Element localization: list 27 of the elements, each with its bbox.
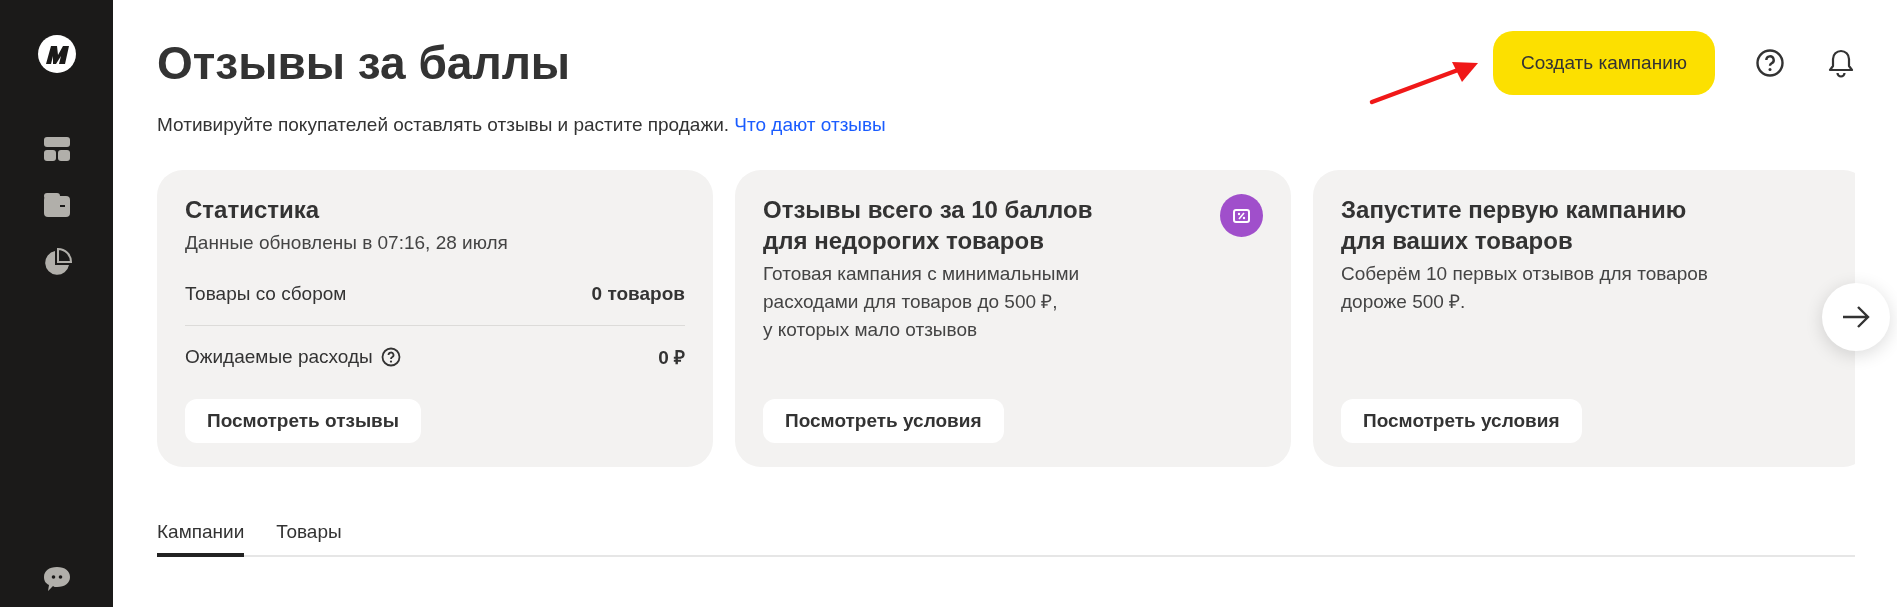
view-button[interactable]: Посмотреть условия <box>1341 399 1582 443</box>
chat-icon[interactable] <box>41 565 72 593</box>
page-title: Отзывы за баллы <box>157 36 571 90</box>
create-campaign-button[interactable]: Создать кампанию <box>1492 31 1715 95</box>
view-button[interactable]: Посмотреть условия <box>763 399 1004 443</box>
card-title: Отзывы всего за 10 баллов для недорогих товаров <box>763 195 1094 256</box>
card-title: Запустите первую кампанию для ваших товаров <box>1341 195 1688 256</box>
card-description: Соберём 10 первых отзывов для товаров дороже 500 ₽. <box>1341 262 1709 314</box>
logo-icon[interactable] <box>36 34 77 74</box>
view-button[interactable]: Посмотреть отзывы <box>185 399 422 443</box>
arrow-right-icon <box>1841 305 1871 329</box>
subtitle-text: Мотивируйте покупателей оставлять отзывы и растите продажи. Что дают отзывы <box>157 114 887 136</box>
stat-value: 0 товаров <box>591 283 685 305</box>
update-time: Данные обновлены в 07:16, 28 июля <box>185 231 509 255</box>
dashboard-icon[interactable] <box>42 136 71 162</box>
stat-label: Товары со сбором <box>185 283 347 305</box>
bell-icon[interactable] <box>1827 48 1855 78</box>
learn-more-link[interactable]: Что дают отзывы <box>734 114 886 135</box>
tab[interactable]: Кампании <box>157 521 245 557</box>
stat-label: Ожидаемые расходы <box>185 346 373 368</box>
help-icon[interactable] <box>380 347 401 367</box>
stat-value: 0 ₽ <box>658 346 685 370</box>
tab[interactable]: Товары <box>276 521 342 557</box>
card-title: Статистика <box>185 195 321 225</box>
help-icon[interactable] <box>1755 48 1785 78</box>
card-description: Готовая кампания с минимальными расходами для товаров до 500 ₽, у которых мало отзывов <box>763 262 1081 342</box>
wallet-icon[interactable] <box>42 192 71 218</box>
